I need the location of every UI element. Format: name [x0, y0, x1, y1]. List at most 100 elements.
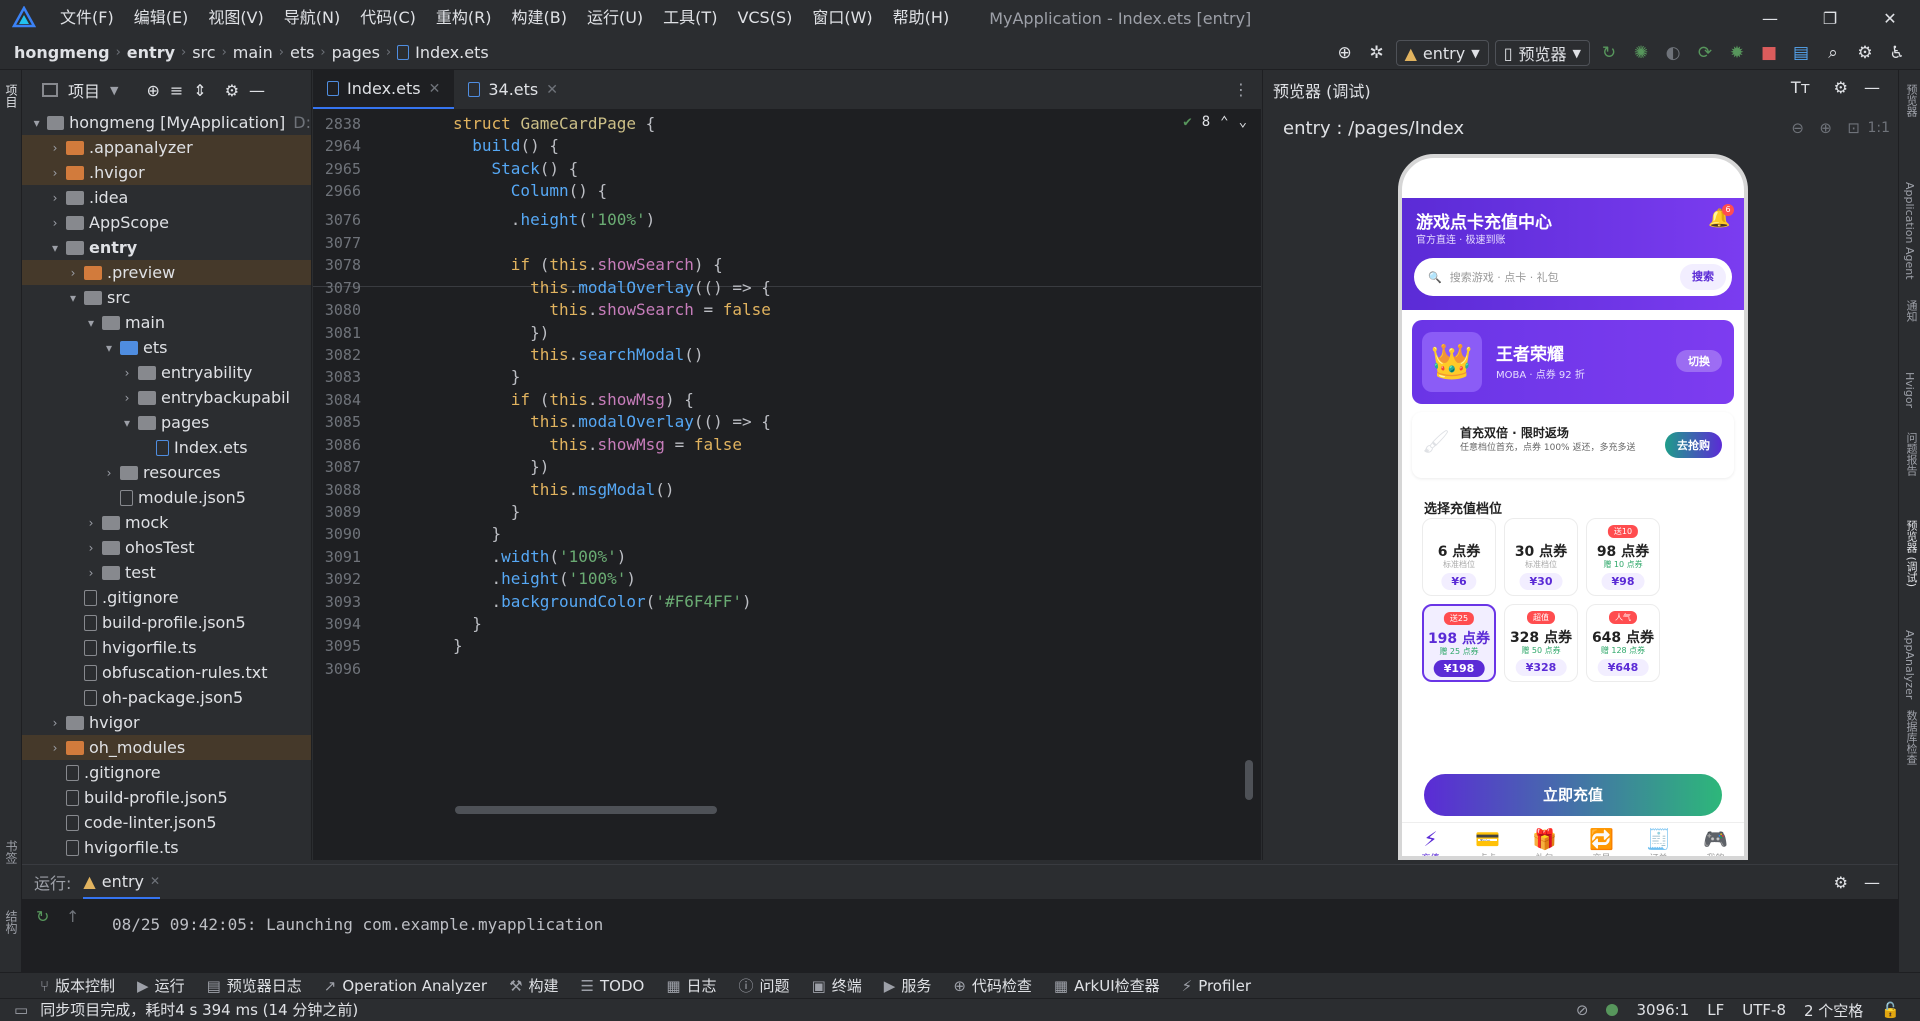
- rerun-icon[interactable]: ↻: [36, 907, 49, 926]
- tree-item[interactable]: module.json5: [22, 485, 311, 510]
- tree-item[interactable]: Index.ets: [22, 435, 311, 460]
- run-config-select[interactable]: ▲ entry ▼: [1395, 40, 1489, 66]
- menu-item[interactable]: 视图(V): [198, 0, 273, 36]
- search-bar[interactable]: 🔍 搜索游戏 · 点卡 · 礼包 搜索: [1414, 258, 1732, 296]
- tree-item[interactable]: ▾ main: [22, 310, 311, 335]
- debug-icon[interactable]: ✺: [1628, 40, 1654, 66]
- menu-item[interactable]: VCS(S): [727, 0, 802, 36]
- device-select[interactable]: ▯ 预览器 ▼: [1494, 40, 1590, 66]
- rerun-icon[interactable]: ↻: [1596, 40, 1622, 66]
- close-icon[interactable]: ✕: [1860, 0, 1920, 36]
- bottom-nav-item[interactable]: 🎮 我的: [1687, 823, 1744, 856]
- breadcrumb-item[interactable]: entry: [127, 43, 175, 62]
- menu-item[interactable]: 运行(U): [577, 0, 653, 36]
- line-ending[interactable]: LF: [1707, 1001, 1724, 1019]
- restore-icon[interactable]: ❐: [1800, 0, 1860, 36]
- tool-window-button[interactable]: ⓘ 问题: [739, 975, 790, 996]
- minimize-icon[interactable]: —: [1740, 0, 1800, 36]
- bottom-nav-item[interactable]: 🔁 交易: [1573, 823, 1630, 856]
- menu-item[interactable]: 重构(R): [426, 0, 502, 36]
- tree-item[interactable]: oh-package.json5: [22, 685, 311, 710]
- tree-item[interactable]: › entrybackupabil: [22, 385, 311, 410]
- reload-icon[interactable]: ⟳: [1692, 40, 1718, 66]
- chevron-right-icon[interactable]: ›: [120, 391, 134, 405]
- gear-icon[interactable]: ⚙: [1834, 78, 1848, 97]
- stripe-structure[interactable]: 结构: [3, 910, 20, 934]
- profile-icon[interactable]: ◐: [1660, 40, 1686, 66]
- tree-item[interactable]: › AppScope: [22, 210, 311, 235]
- device-preview[interactable]: 游戏点卡充值中心 官方直连 · 极速到账 🔔 6 🔍 搜索游戏 · 点卡 · 礼…: [1398, 154, 1748, 860]
- tool-window-button[interactable]: ▦ ArkUI检查器: [1054, 975, 1160, 996]
- lock-icon[interactable]: 🔓: [1881, 1001, 1900, 1019]
- run-tab[interactable]: ▲ entry ✕: [83, 865, 161, 899]
- chevron-right-icon[interactable]: ›: [48, 191, 62, 205]
- tree-item[interactable]: hvigorfile.ts: [22, 635, 311, 660]
- project-panel-title[interactable]: 项目: [68, 78, 100, 102]
- tool-window-button[interactable]: ⊕ 代码检查: [953, 975, 1032, 996]
- expand-all-icon[interactable]: ≡: [170, 81, 183, 100]
- breadcrumb-item[interactable]: main: [233, 43, 273, 62]
- collapse-all-icon[interactable]: ⇕: [193, 81, 206, 100]
- chevron-right-icon[interactable]: ›: [48, 141, 62, 155]
- zoom-in-icon[interactable]: ⊕: [1819, 119, 1832, 137]
- stripe-tool[interactable]: 数据库检查: [1903, 710, 1919, 765]
- font-size-icon[interactable]: Tт: [1791, 78, 1810, 97]
- chevron-right-icon[interactable]: ›: [120, 366, 134, 380]
- attach-debugger-icon[interactable]: ✹: [1724, 40, 1750, 66]
- hide-icon[interactable]: —: [1864, 78, 1880, 97]
- menu-item[interactable]: 文件(F): [50, 0, 124, 36]
- chevron-down-icon[interactable]: ▼: [110, 84, 118, 97]
- gear-icon[interactable]: ⚙: [1852, 40, 1878, 66]
- switch-game-button[interactable]: 切换: [1676, 350, 1722, 372]
- tree-item[interactable]: › hvigor: [22, 710, 311, 735]
- tree-item[interactable]: code-linter.json5: [22, 810, 311, 835]
- stripe-tool[interactable]: 问题报告: [1903, 432, 1919, 476]
- stripe-tool[interactable]: 预览器: [1903, 84, 1919, 117]
- project-structure-icon[interactable]: ▤: [1788, 40, 1814, 66]
- fit-icon[interactable]: ⊡: [1847, 119, 1860, 137]
- tree-item[interactable]: build-profile.json5: [22, 785, 311, 810]
- stripe-project[interactable]: 项目: [3, 84, 20, 108]
- stripe-tool[interactable]: 通知: [1903, 300, 1919, 322]
- tool-window-button[interactable]: ⚡ Profiler: [1182, 977, 1251, 995]
- vertical-scrollbar[interactable]: [1245, 760, 1253, 800]
- breadcrumb-item[interactable]: hongmeng: [14, 43, 110, 62]
- tree-item[interactable]: ▾ src: [22, 285, 311, 310]
- recharge-button[interactable]: 立即充值: [1424, 774, 1722, 816]
- file-encoding[interactable]: UTF-8: [1742, 1001, 1786, 1019]
- chevron-down-icon[interactable]: ▾: [102, 341, 116, 355]
- accessibility-icon[interactable]: ♿: [1884, 40, 1910, 66]
- close-icon[interactable]: ✕: [429, 81, 441, 97]
- tree-item[interactable]: ▾ hongmeng [MyApplication] D:: [22, 110, 311, 135]
- stripe-tool[interactable]: AppAnalyzer: [1903, 630, 1916, 699]
- indent-setting[interactable]: 2 个空格: [1804, 1000, 1863, 1021]
- tree-item[interactable]: › ohosTest: [22, 535, 311, 560]
- stripe-tool[interactable]: 预览器 (调试): [1903, 520, 1919, 587]
- tree-item[interactable]: ▾ pages: [22, 410, 311, 435]
- chevron-right-icon[interactable]: ›: [84, 516, 98, 530]
- chevron-right-icon[interactable]: ›: [84, 566, 98, 580]
- bug-search-icon[interactable]: ✲: [1364, 40, 1390, 66]
- search-button[interactable]: 搜索: [1680, 264, 1726, 290]
- tool-window-button[interactable]: ▤ 预览器日志: [207, 975, 302, 996]
- package-option[interactable]: 6 点券 标准档位 ¥6: [1422, 518, 1496, 596]
- no-power-icon[interactable]: ⊘: [1576, 1001, 1589, 1019]
- menu-item[interactable]: 窗口(W): [802, 0, 882, 36]
- tree-item[interactable]: ▾ ets: [22, 335, 311, 360]
- close-icon[interactable]: ✕: [546, 82, 558, 98]
- chevron-down-icon[interactable]: ▾: [120, 416, 134, 430]
- menu-item[interactable]: 代码(C): [350, 0, 426, 36]
- package-option[interactable]: 送25 198 点券赠 25 点券 ¥198: [1422, 604, 1496, 682]
- package-option[interactable]: 超值 328 点券赠 50 点券 ¥328: [1504, 604, 1578, 682]
- tree-item[interactable]: ▾ entry: [22, 235, 311, 260]
- chevron-right-icon[interactable]: ›: [48, 716, 62, 730]
- chevron-right-icon[interactable]: ›: [48, 166, 62, 180]
- tree-item[interactable]: › .preview: [22, 260, 311, 285]
- menu-item[interactable]: 构建(B): [502, 0, 577, 36]
- target-icon[interactable]: ⊕: [1332, 40, 1358, 66]
- chevron-down-icon[interactable]: ▾: [84, 316, 98, 330]
- tree-item[interactable]: build-profile.json5: [22, 610, 311, 635]
- stripe-tool[interactable]: Hvigor: [1903, 372, 1916, 408]
- menu-item[interactable]: 工具(T): [653, 0, 727, 36]
- breadcrumb-item[interactable]: ets: [290, 43, 314, 62]
